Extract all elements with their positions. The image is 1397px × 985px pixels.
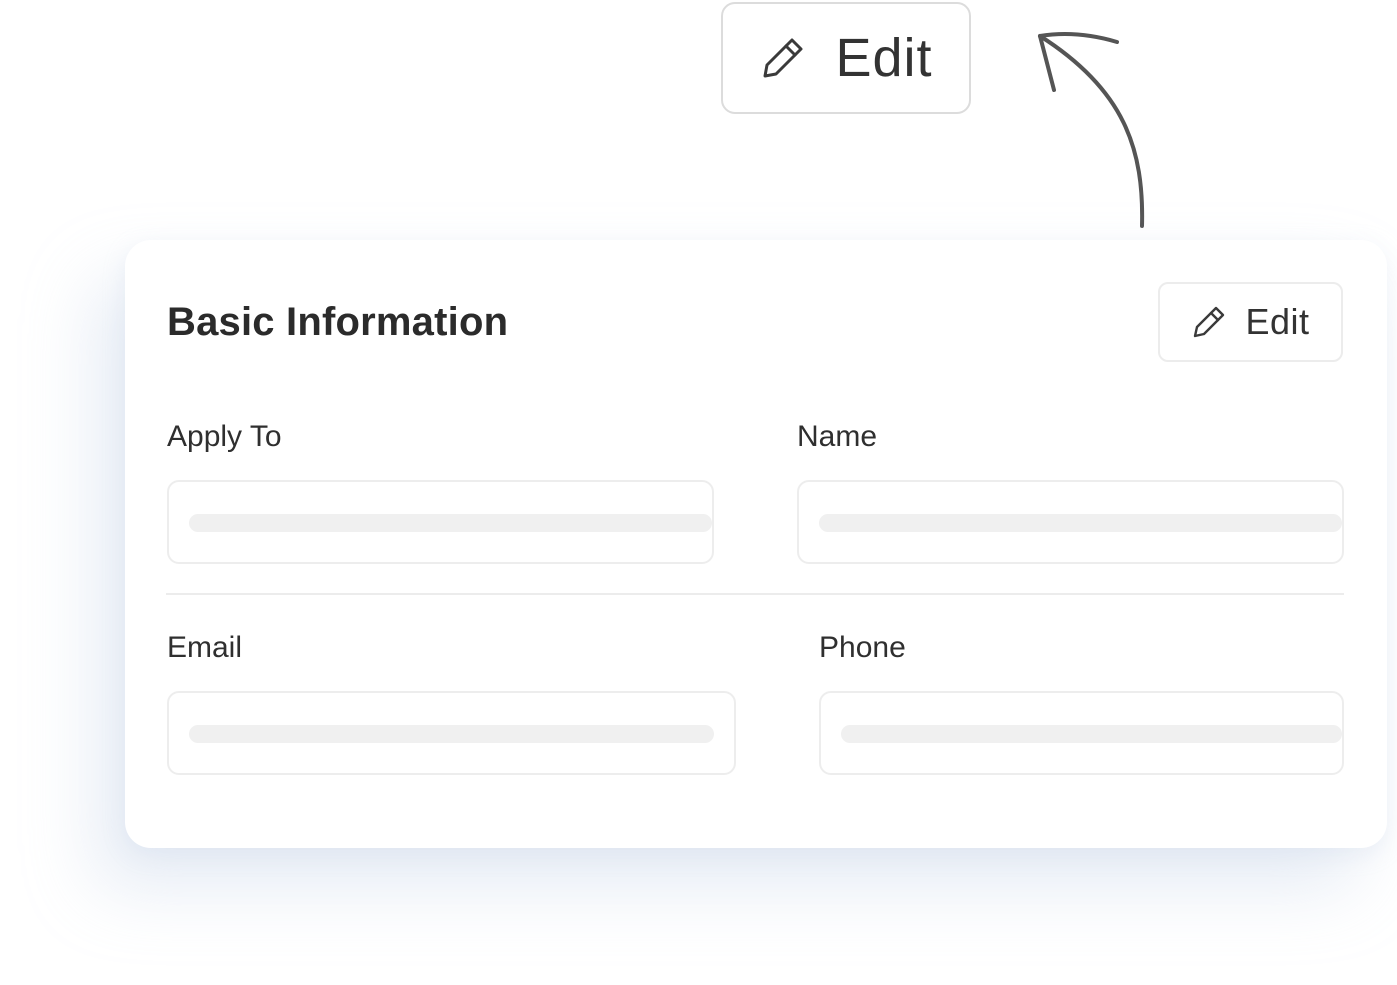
value-placeholder bbox=[819, 514, 1342, 532]
edit-button[interactable]: Edit bbox=[1158, 282, 1343, 362]
phone-label: Phone bbox=[819, 631, 906, 664]
name-field[interactable] bbox=[797, 480, 1344, 564]
apply-to-field[interactable] bbox=[167, 480, 714, 564]
screen: Edit Basic Information Edit Apply To Nam… bbox=[0, 0, 1397, 985]
phone-field[interactable] bbox=[819, 691, 1344, 775]
value-placeholder bbox=[189, 514, 712, 532]
row-divider bbox=[166, 593, 1344, 595]
pencil-icon bbox=[759, 34, 807, 82]
apply-to-label: Apply To bbox=[167, 420, 282, 453]
email-label: Email bbox=[167, 631, 243, 664]
basic-information-card: Basic Information Edit Apply To Name Ema… bbox=[125, 240, 1387, 848]
value-placeholder bbox=[189, 725, 714, 743]
name-label: Name bbox=[797, 420, 878, 453]
arrow-annotation bbox=[1038, 32, 1145, 228]
card-title: Basic Information bbox=[167, 300, 509, 344]
value-placeholder bbox=[841, 725, 1342, 743]
callout-edit-label: Edit bbox=[835, 28, 933, 88]
callout-edit-button[interactable]: Edit bbox=[721, 2, 971, 114]
edit-button-label: Edit bbox=[1245, 301, 1310, 342]
email-field[interactable] bbox=[167, 691, 736, 775]
pencil-icon bbox=[1191, 304, 1227, 340]
